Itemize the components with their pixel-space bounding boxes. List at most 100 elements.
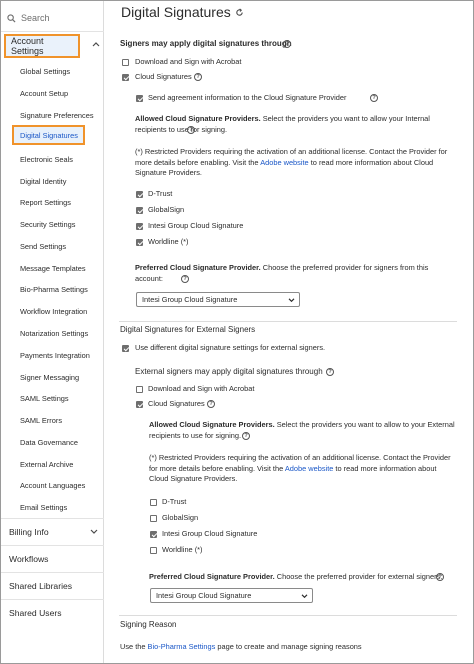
ext-provider-label-dtrust: D-Trust xyxy=(162,497,187,506)
preferred-provider-text: Preferred Cloud Signature Provider. Choo… xyxy=(135,263,435,284)
download-sign-label: Download and Sign with Acrobat xyxy=(135,57,242,66)
sidebar-item-label: Account Settings xyxy=(11,36,44,56)
main-panel: Digital Signatures Signers may apply dig… xyxy=(105,1,473,663)
sidebar-item-workflow-integration[interactable]: Workflow Integration xyxy=(20,307,87,316)
provider-checkbox-worldline[interactable] xyxy=(136,239,143,246)
sidebar-item-shared-users[interactable]: Shared Users xyxy=(1,599,104,626)
sidebar-item-email-settings[interactable]: Email Settings xyxy=(20,503,67,512)
chevron-up-icon[interactable] xyxy=(92,41,100,47)
sidebar-item-workflows[interactable]: Workflows xyxy=(1,545,104,572)
sidebar-item-notarization-settings[interactable]: Notarization Settings xyxy=(20,329,88,338)
provider-label-dtrust: D-Trust xyxy=(148,189,173,198)
sidebar-item-data-governance[interactable]: Data Governance xyxy=(20,438,78,447)
sidebar-item-external-archive[interactable]: External Archive xyxy=(20,460,73,469)
ext-cloud-signatures-checkbox[interactable] xyxy=(136,401,143,408)
ext-adobe-website-link[interactable]: Adobe website xyxy=(285,464,333,473)
sidebar-item-account-settings[interactable]: Account Settings xyxy=(4,34,80,58)
help-icon[interactable]: ? xyxy=(436,573,444,581)
search-placeholder: Search xyxy=(21,13,50,23)
ext-provider-checkbox-worldline[interactable] xyxy=(150,547,157,554)
send-agreement-checkbox[interactable] xyxy=(136,95,143,102)
sidebar-item-shared-libraries[interactable]: Shared Libraries xyxy=(1,572,104,599)
external-section-heading: Digital Signatures for External Signers xyxy=(120,325,256,334)
signing-reason-desc: page to create and manage signing reason… xyxy=(217,642,362,651)
sidebar-item-billing-info[interactable]: Billing Info xyxy=(1,518,104,545)
help-icon[interactable]: ? xyxy=(194,73,202,81)
ext-provider-label-globalsign: GlobalSign xyxy=(162,513,199,522)
ext-preferred-provider-label: Preferred Cloud Signature Provider. xyxy=(149,572,275,581)
help-icon[interactable]: ? xyxy=(242,432,250,440)
sidebar-item-global-settings[interactable]: Global Settings xyxy=(20,67,70,76)
section-divider xyxy=(119,321,457,322)
ext-preferred-provider-select[interactable]: Intesi Group Cloud Signature xyxy=(150,588,313,603)
cloud-signatures-label: Cloud Signatures xyxy=(135,72,192,81)
sidebar-item-signature-preferences[interactable]: Signature Preferences xyxy=(20,111,94,120)
search-icon xyxy=(7,13,16,23)
signing-reason-pre: Use the xyxy=(120,642,146,651)
ext-provider-checkbox-globalsign[interactable] xyxy=(150,515,157,522)
help-icon[interactable]: ? xyxy=(370,94,378,102)
sidebar-item-digital-identity[interactable]: Digital Identity xyxy=(20,177,66,186)
signing-reason-heading: Signing Reason xyxy=(120,620,177,629)
cloud-signatures-checkbox[interactable] xyxy=(122,74,129,81)
provider-label-intesi: Intesi Group Cloud Signature xyxy=(148,221,244,230)
sidebar-item-electronic-seals[interactable]: Electronic Seals xyxy=(20,155,73,164)
sidebar-item-label: Digital Signatures xyxy=(20,130,78,140)
bio-pharma-settings-link[interactable]: Bio-Pharma Settings xyxy=(148,642,216,651)
sidebar-item-signer-messaging[interactable]: Signer Messaging xyxy=(20,373,79,382)
sidebar-item-saml-settings[interactable]: SAML Settings xyxy=(20,394,69,403)
sidebar-item-bio-pharma-settings[interactable]: Bio-Pharma Settings xyxy=(20,285,88,294)
preferred-provider-value: Intesi Group Cloud Signature xyxy=(142,295,238,304)
provider-checkbox-globalsign[interactable] xyxy=(136,207,143,214)
sidebar-item-message-templates[interactable]: Message Templates xyxy=(20,264,86,273)
sidebar-item-digital-signatures[interactable]: Digital Signatures xyxy=(12,125,85,145)
ext-download-sign-label: Download and Sign with Acrobat xyxy=(148,384,255,393)
sidebar-item-account-languages[interactable]: Account Languages xyxy=(20,481,85,490)
ext-provider-checkbox-intesi[interactable] xyxy=(150,531,157,538)
sidebar-item-send-settings[interactable]: Send Settings xyxy=(20,242,66,251)
download-sign-checkbox[interactable] xyxy=(122,59,129,66)
sidebar-item-report-settings[interactable]: Report Settings xyxy=(20,198,71,207)
help-icon[interactable]: ? xyxy=(187,126,195,134)
external-signers-heading: External signers may apply digital signa… xyxy=(135,367,323,376)
restricted-note: (*) Restricted Providers requiring the a… xyxy=(135,147,461,179)
help-icon[interactable]: ? xyxy=(326,368,334,376)
sidebar-item-label: Billing Info xyxy=(9,527,49,537)
sidebar: Search Account Settings Global Settings … xyxy=(1,1,104,663)
preferred-provider-select[interactable]: Intesi Group Cloud Signature xyxy=(136,292,300,307)
ext-provider-label-intesi: Intesi Group Cloud Signature xyxy=(162,529,258,538)
sidebar-item-saml-errors[interactable]: SAML Errors xyxy=(20,416,62,425)
refresh-icon[interactable] xyxy=(235,8,244,17)
allowed-providers-label: Allowed Cloud Signature Providers. xyxy=(135,114,261,123)
adobe-website-link[interactable]: Adobe website xyxy=(260,158,308,167)
sidebar-item-label: Shared Libraries xyxy=(9,581,73,591)
sidebar-item-security-settings[interactable]: Security Settings xyxy=(20,220,75,229)
sidebar-item-account-setup[interactable]: Account Setup xyxy=(20,89,68,98)
ext-preferred-provider-value: Intesi Group Cloud Signature xyxy=(156,591,252,600)
signers-heading: Signers may apply digital signatures thr… xyxy=(120,39,292,48)
sidebar-item-label: Workflows xyxy=(9,554,49,564)
help-icon[interactable]: ? xyxy=(207,400,215,408)
use-different-checkbox[interactable] xyxy=(122,345,129,352)
ext-provider-checkbox-dtrust[interactable] xyxy=(150,499,157,506)
provider-checkbox-dtrust[interactable] xyxy=(136,191,143,198)
page-title-text: Digital Signatures xyxy=(121,4,231,20)
send-agreement-label: Send agreement information to the Cloud … xyxy=(148,93,347,102)
allowed-providers-text: Allowed Cloud Signature Providers. Selec… xyxy=(135,114,457,135)
ext-download-sign-checkbox[interactable] xyxy=(136,386,143,393)
chevron-down-icon xyxy=(288,298,295,303)
ext-provider-label-worldline: Worldline (*) xyxy=(162,545,203,554)
preferred-provider-label: Preferred Cloud Signature Provider. xyxy=(135,263,261,272)
ext-allowed-providers-text: Allowed Cloud Signature Providers. Selec… xyxy=(149,420,455,441)
help-icon[interactable]: ? xyxy=(283,40,291,48)
sidebar-item-label: Shared Users xyxy=(9,608,62,618)
page-title: Digital Signatures xyxy=(121,4,244,20)
use-different-label: Use different digital signature settings… xyxy=(135,343,326,352)
search-box[interactable]: Search xyxy=(7,9,50,27)
provider-checkbox-intesi[interactable] xyxy=(136,223,143,230)
help-icon[interactable]: ? xyxy=(181,275,189,283)
ext-cloud-signatures-label: Cloud Signatures xyxy=(148,399,205,408)
sidebar-item-payments-integration[interactable]: Payments Integration xyxy=(20,351,90,360)
ext-preferred-provider-desc: Choose the preferred provider for extern… xyxy=(276,572,443,581)
provider-label-worldline: Worldline (*) xyxy=(148,237,189,246)
